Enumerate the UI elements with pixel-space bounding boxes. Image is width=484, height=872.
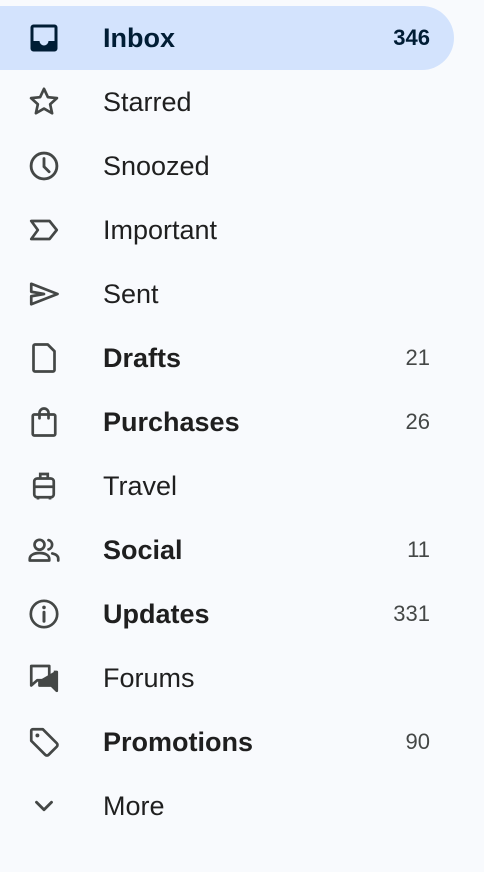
sidebar-item-snoozed[interactable]: Snoozed	[0, 134, 454, 198]
people-icon	[26, 532, 62, 568]
unread-count: 346	[393, 25, 430, 50]
forum-icon	[26, 660, 62, 696]
clock-icon	[26, 148, 62, 184]
unread-count: 11	[407, 537, 430, 562]
sidebar-item-promotions[interactable]: Promotions 90	[0, 710, 454, 774]
send-icon	[26, 276, 62, 312]
luggage-icon	[26, 468, 62, 504]
sidebar-item-travel[interactable]: Travel	[0, 454, 454, 518]
sidebar-item-important[interactable]: Important	[0, 198, 454, 262]
sidebar-item-updates[interactable]: Updates 331	[0, 582, 454, 646]
sidebar-item-purchases[interactable]: Purchases 26	[0, 390, 454, 454]
sidebar-item-label: Travel	[103, 471, 178, 501]
shopping-bag-icon	[26, 404, 62, 440]
sidebar-item-label: Snoozed	[103, 151, 210, 181]
sidebar-item-drafts[interactable]: Drafts 21	[0, 326, 454, 390]
info-icon	[26, 596, 62, 632]
sidebar-item-forums[interactable]: Forums	[0, 646, 454, 710]
chevron-down-icon	[26, 788, 62, 824]
star-icon	[26, 84, 62, 120]
draft-file-icon	[26, 340, 62, 376]
sidebar-item-label: Sent	[103, 279, 159, 309]
mail-folder-sidebar: Inbox 346 Starred Snoozed Important Sent	[0, 0, 484, 872]
sidebar-item-label: Drafts	[103, 343, 182, 373]
unread-count: 90	[405, 729, 430, 754]
unread-count: 26	[405, 409, 430, 434]
sidebar-item-label: Starred	[103, 87, 192, 117]
sidebar-item-label: Purchases	[103, 407, 240, 437]
sidebar-item-inbox[interactable]: Inbox 346	[0, 6, 454, 70]
sidebar-item-label: Updates	[103, 599, 210, 629]
inbox-icon	[26, 20, 62, 56]
unread-count: 331	[393, 601, 430, 626]
sidebar-item-starred[interactable]: Starred	[0, 70, 454, 134]
sidebar-item-label: Important	[103, 215, 218, 245]
sidebar-item-social[interactable]: Social 11	[0, 518, 454, 582]
sidebar-item-label: More	[103, 791, 165, 821]
tag-icon	[26, 724, 62, 760]
sidebar-item-label: Inbox	[103, 23, 175, 53]
sidebar-item-more[interactable]: More	[0, 774, 454, 838]
sidebar-item-label: Social	[103, 535, 183, 565]
sidebar-item-label: Forums	[103, 663, 195, 693]
unread-count: 21	[405, 345, 430, 370]
important-label-icon	[26, 212, 62, 248]
sidebar-item-label: Promotions	[103, 727, 254, 757]
sidebar-item-sent[interactable]: Sent	[0, 262, 454, 326]
